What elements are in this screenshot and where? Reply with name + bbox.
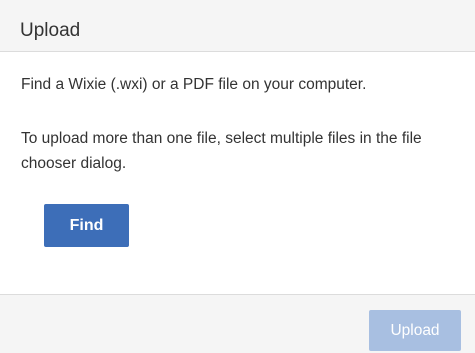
dialog-title: Upload [20,20,81,41]
upload-button[interactable]: Upload [369,310,461,351]
multi-file-hint: To upload more than one file, select mul… [21,130,422,172]
dialog-body: Find a Wixie (.wxi) or a PDF file on you… [0,52,475,294]
dialog-header: Upload [0,0,475,52]
dialog-footer: Upload [0,294,475,353]
find-button[interactable]: Find [44,204,129,247]
instruction-text: Find a Wixie (.wxi) or a PDF file on you… [21,76,367,93]
upload-dialog: Upload Find a Wixie (.wxi) or a PDF file… [0,0,475,353]
